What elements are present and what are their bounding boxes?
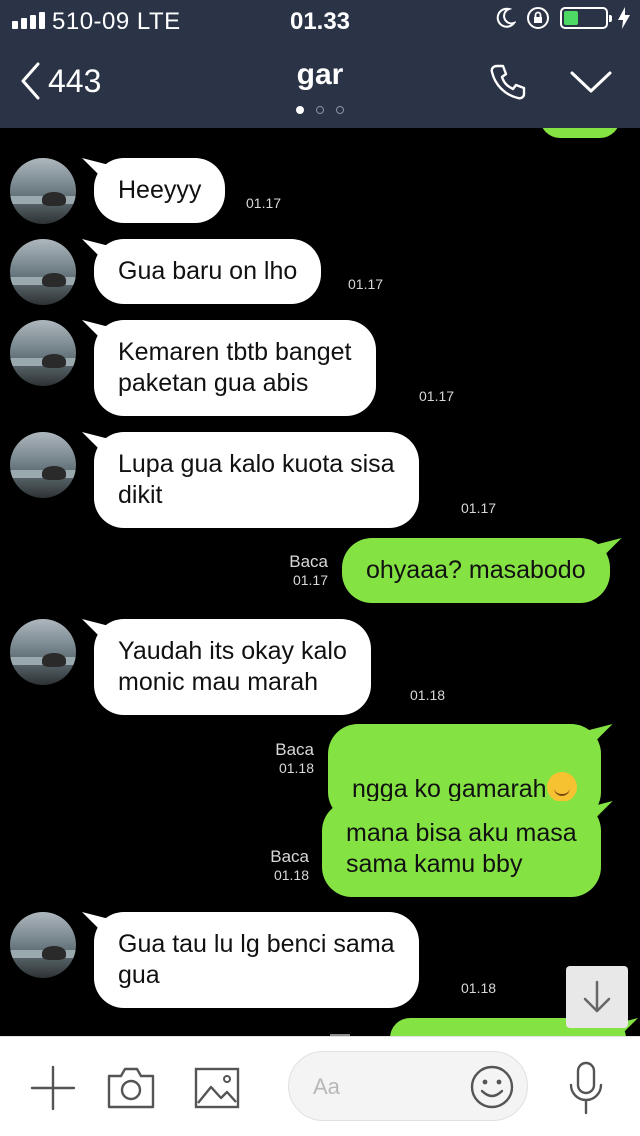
message-text: ngga ko gamarah bbox=[352, 775, 547, 803]
message-time: 01.17 bbox=[348, 276, 384, 292]
scroll-to-bottom-button[interactable] bbox=[566, 966, 628, 1028]
message-list[interactable]: Heeyyy 01.17 Gua baru on lho 01.17 Kemar… bbox=[0, 128, 640, 1036]
charging-bolt-icon bbox=[618, 7, 630, 29]
message-bubble[interactable]: Lupa gua kalo kuota sisa dikit bbox=[94, 432, 419, 528]
message-time: 01.17 bbox=[419, 388, 455, 404]
read-receipt: Baca bbox=[289, 552, 328, 571]
header-bar: 510-09 LTE 01.33 443 gar bbox=[0, 0, 640, 128]
avatar[interactable] bbox=[10, 432, 76, 498]
page-indicator bbox=[0, 106, 640, 114]
avatar[interactable] bbox=[10, 912, 76, 978]
status-bar: 510-09 LTE 01.33 bbox=[0, 0, 640, 40]
page-dot bbox=[336, 106, 344, 114]
message-input-container[interactable] bbox=[288, 1051, 528, 1121]
chat-title[interactable]: gar bbox=[0, 58, 640, 92]
moon-icon bbox=[496, 7, 516, 28]
composer-bar bbox=[0, 1036, 640, 1136]
message-time: 01.18 bbox=[461, 980, 497, 996]
read-receipt: Baca bbox=[275, 740, 314, 759]
rotation-lock-icon bbox=[527, 7, 549, 29]
message-bubble[interactable]: Gua baru on lho bbox=[94, 239, 322, 304]
avatar[interactable] bbox=[10, 239, 76, 305]
message-time: 01.18 bbox=[410, 687, 446, 703]
message-bubble[interactable]: mana bisa aku masa sama kamu bby bbox=[322, 801, 601, 897]
message-time: 01.17 bbox=[461, 500, 497, 516]
message-meta: Baca 01.18 bbox=[248, 740, 314, 778]
microphone-icon[interactable] bbox=[566, 1061, 606, 1115]
battery-icon bbox=[560, 7, 612, 29]
arrow-down-icon bbox=[583, 980, 611, 1013]
read-receipt: Baca bbox=[270, 847, 309, 866]
message-bubble[interactable]: ohyaaa? masabodo bbox=[342, 538, 610, 603]
page-dot bbox=[316, 106, 324, 114]
message-meta: Baca 01.18 bbox=[243, 847, 309, 885]
emoji-icon[interactable] bbox=[469, 1064, 515, 1110]
message-bubble[interactable]: Kemaren tbtb banget paketan gua abis bbox=[94, 320, 376, 416]
plus-icon[interactable] bbox=[30, 1065, 76, 1111]
message-meta: Baca 01.17 bbox=[262, 552, 328, 590]
phone-icon[interactable] bbox=[488, 62, 528, 102]
avatar[interactable] bbox=[10, 158, 76, 224]
message-time: 01.18 bbox=[273, 867, 309, 883]
smiling-face-emoji-icon bbox=[546, 772, 577, 802]
image-icon[interactable] bbox=[194, 1067, 240, 1109]
camera-icon[interactable] bbox=[106, 1067, 156, 1109]
page-dot bbox=[296, 106, 304, 114]
message-time: 01.18 bbox=[278, 760, 314, 776]
message-input[interactable] bbox=[313, 1070, 463, 1104]
avatar[interactable] bbox=[10, 320, 76, 386]
message-bubble[interactable]: Heeyyy bbox=[94, 158, 226, 223]
message-bubble-partial bbox=[540, 128, 620, 138]
message-time: 01.17 bbox=[246, 195, 282, 211]
message-bubble[interactable]: Gua tau lu lg benci sama gua bbox=[94, 912, 419, 1008]
message-bubble[interactable]: Yaudah its okay kalo monic mau marah bbox=[94, 619, 371, 715]
chevron-down-icon[interactable] bbox=[570, 70, 612, 94]
avatar[interactable] bbox=[10, 619, 76, 685]
message-time: 01.17 bbox=[292, 572, 328, 588]
